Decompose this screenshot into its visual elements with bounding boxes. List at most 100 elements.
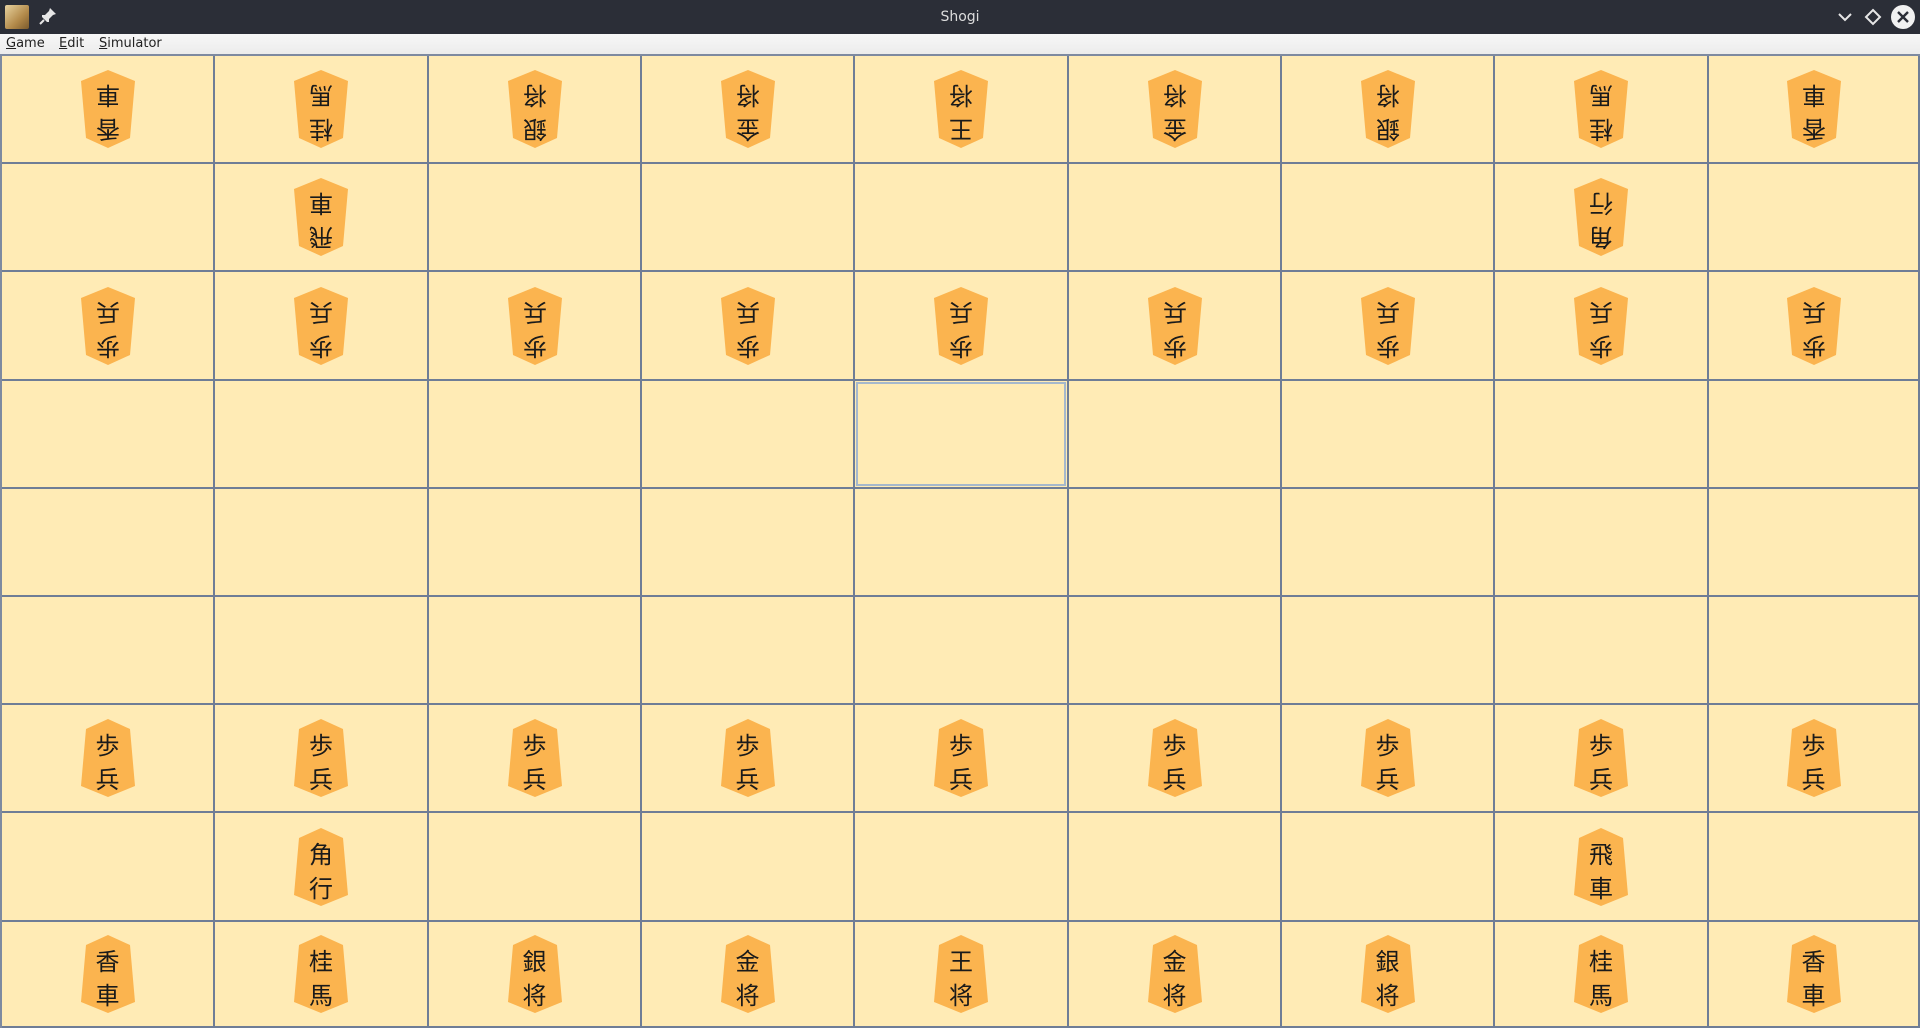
opponent-piece[interactable]: 銀将: [507, 69, 563, 149]
player-piece[interactable]: 銀将: [507, 934, 563, 1014]
board-square[interactable]: [1709, 381, 1920, 489]
opponent-piece[interactable]: 歩兵: [80, 286, 136, 366]
board-square[interactable]: 歩兵: [855, 272, 1069, 381]
close-icon[interactable]: [1891, 5, 1915, 29]
opponent-piece[interactable]: 歩兵: [1573, 286, 1629, 366]
board-square[interactable]: 飛車: [215, 164, 429, 272]
board-square[interactable]: 桂馬: [215, 922, 429, 1028]
board-square[interactable]: [1282, 381, 1495, 489]
board-square[interactable]: 銀将: [429, 56, 642, 164]
menu-simulator[interactable]: Simulator: [97, 34, 164, 54]
board-square[interactable]: [1069, 597, 1282, 705]
board-square[interactable]: 銀将: [1282, 56, 1495, 164]
board-square[interactable]: [642, 381, 855, 489]
player-piece[interactable]: 歩兵: [293, 718, 349, 798]
board-square[interactable]: 歩兵: [855, 705, 1069, 813]
board-square[interactable]: 歩兵: [429, 272, 642, 381]
board-square[interactable]: [1069, 813, 1282, 922]
board-square[interactable]: [1069, 489, 1282, 597]
player-piece[interactable]: 角行: [293, 827, 349, 907]
board-square[interactable]: 歩兵: [1495, 705, 1709, 813]
player-piece[interactable]: 桂馬: [1573, 934, 1629, 1014]
player-piece[interactable]: 桂馬: [293, 934, 349, 1014]
board-square[interactable]: 桂馬: [1495, 56, 1709, 164]
board-square[interactable]: [1282, 597, 1495, 705]
player-piece[interactable]: 金将: [1147, 934, 1203, 1014]
player-piece[interactable]: 歩兵: [933, 718, 989, 798]
board-square[interactable]: [642, 489, 855, 597]
board-square[interactable]: 王将: [855, 56, 1069, 164]
player-piece[interactable]: 歩兵: [1786, 718, 1842, 798]
board-square[interactable]: 金将: [642, 922, 855, 1028]
player-piece[interactable]: 歩兵: [1573, 718, 1629, 798]
board-square[interactable]: [642, 164, 855, 272]
board-square[interactable]: [1069, 164, 1282, 272]
board-square[interactable]: 香車: [2, 922, 215, 1028]
opponent-piece[interactable]: 歩兵: [720, 286, 776, 366]
board-square[interactable]: [429, 813, 642, 922]
board-square[interactable]: [1709, 164, 1920, 272]
board-square[interactable]: 桂馬: [1495, 922, 1709, 1028]
board-square[interactable]: 香車: [1709, 922, 1920, 1028]
board-square[interactable]: [2, 813, 215, 922]
board-square[interactable]: 金将: [1069, 922, 1282, 1028]
board-square[interactable]: [1709, 813, 1920, 922]
board-square[interactable]: 歩兵: [2, 272, 215, 381]
board-square[interactable]: 銀将: [1282, 922, 1495, 1028]
board-square[interactable]: 歩兵: [1495, 272, 1709, 381]
player-piece[interactable]: 香車: [1786, 934, 1842, 1014]
opponent-piece[interactable]: 歩兵: [933, 286, 989, 366]
board-square[interactable]: 歩兵: [1069, 272, 1282, 381]
menu-edit[interactable]: Edit: [57, 34, 86, 54]
board-square[interactable]: [215, 489, 429, 597]
opponent-piece[interactable]: 飛車: [293, 177, 349, 257]
board-square[interactable]: [642, 597, 855, 705]
player-piece[interactable]: 王将: [933, 934, 989, 1014]
board-square[interactable]: [1282, 164, 1495, 272]
player-piece[interactable]: 歩兵: [507, 718, 563, 798]
opponent-piece[interactable]: 香車: [80, 69, 136, 149]
menu-game[interactable]: Game: [4, 34, 47, 54]
board-square[interactable]: [429, 489, 642, 597]
board-square[interactable]: 歩兵: [642, 272, 855, 381]
board-square[interactable]: 香車: [1709, 56, 1920, 164]
player-piece[interactable]: 歩兵: [1147, 718, 1203, 798]
opponent-piece[interactable]: 角行: [1573, 177, 1629, 257]
opponent-piece[interactable]: 歩兵: [1147, 286, 1203, 366]
board-square[interactable]: [215, 381, 429, 489]
opponent-piece[interactable]: 歩兵: [1360, 286, 1416, 366]
board-square[interactable]: 桂馬: [215, 56, 429, 164]
board-square[interactable]: 歩兵: [1709, 705, 1920, 813]
board-square[interactable]: [429, 164, 642, 272]
board-square[interactable]: 歩兵: [642, 705, 855, 813]
board-square[interactable]: [1709, 597, 1920, 705]
opponent-piece[interactable]: 金将: [720, 69, 776, 149]
board-square[interactable]: 香車: [2, 56, 215, 164]
board-square[interactable]: 歩兵: [1069, 705, 1282, 813]
board-square[interactable]: [429, 381, 642, 489]
board-square[interactable]: 歩兵: [1709, 272, 1920, 381]
board-square[interactable]: [1282, 489, 1495, 597]
player-piece[interactable]: 歩兵: [80, 718, 136, 798]
player-piece[interactable]: 銀将: [1360, 934, 1416, 1014]
board-square[interactable]: [855, 381, 1069, 489]
board-square[interactable]: 角行: [1495, 164, 1709, 272]
board-square[interactable]: 飛車: [1495, 813, 1709, 922]
board-square[interactable]: [855, 489, 1069, 597]
board-square[interactable]: [1495, 489, 1709, 597]
board-square[interactable]: [642, 813, 855, 922]
player-piece[interactable]: 香車: [80, 934, 136, 1014]
opponent-piece[interactable]: 王将: [933, 69, 989, 149]
opponent-piece[interactable]: 香車: [1786, 69, 1842, 149]
board-square[interactable]: [855, 813, 1069, 922]
opponent-piece[interactable]: 桂馬: [293, 69, 349, 149]
board-square[interactable]: 金将: [642, 56, 855, 164]
board-square[interactable]: 歩兵: [1282, 272, 1495, 381]
board-square[interactable]: [2, 164, 215, 272]
player-piece[interactable]: 歩兵: [720, 718, 776, 798]
board-square[interactable]: [215, 597, 429, 705]
player-piece[interactable]: 飛車: [1573, 827, 1629, 907]
player-piece[interactable]: 金将: [720, 934, 776, 1014]
board-square[interactable]: [2, 381, 215, 489]
board-square[interactable]: [1069, 381, 1282, 489]
